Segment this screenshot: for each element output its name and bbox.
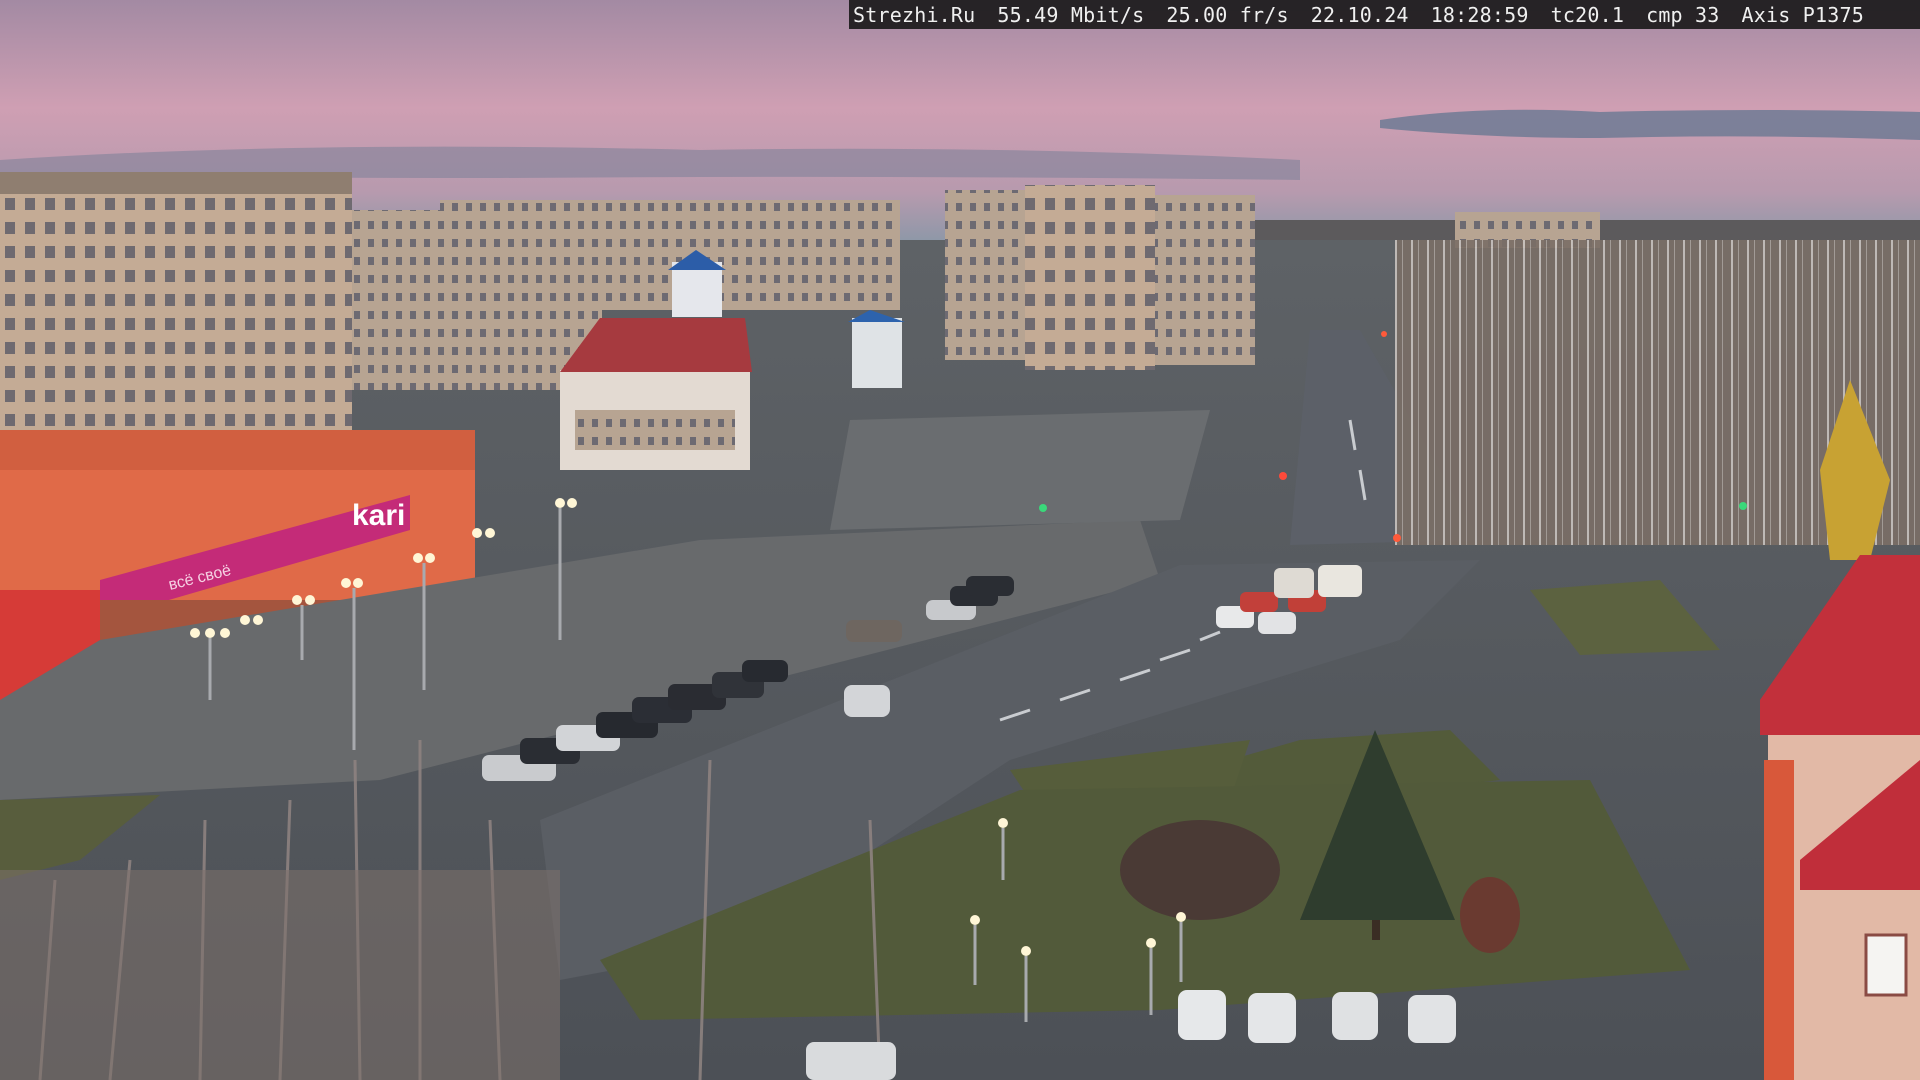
far-apartment-tower <box>945 190 1025 360</box>
parked-car <box>742 660 788 682</box>
right-building-window <box>1864 933 1908 997</box>
parked-car <box>806 1042 896 1080</box>
car <box>844 685 890 717</box>
osd-date: 22.10.24 <box>1310 2 1409 27</box>
blue-roof-pavilion <box>852 318 902 388</box>
osd-camera-model: Axis P1375 <box>1741 2 1864 27</box>
parked-car <box>1178 990 1226 1040</box>
car <box>1258 612 1296 634</box>
osd-site: Strezhi.Ru <box>853 2 976 27</box>
osd-bitrate: 55.49 Mbit/s <box>997 2 1145 27</box>
osd-framerate: 25.00 fr/s <box>1166 2 1289 27</box>
bare-tree-canopy <box>0 870 560 1080</box>
blue-roof-tower <box>672 262 722 317</box>
car <box>1240 592 1278 612</box>
osd-cmp: cmp 33 <box>1646 2 1720 27</box>
parked-car <box>1332 992 1378 1040</box>
left-apartment-roof <box>0 172 352 194</box>
far-apartment-tower <box>1025 185 1155 370</box>
parked-car <box>846 620 902 642</box>
far-apartment-tower <box>1155 195 1255 365</box>
store-upper-band <box>0 430 475 470</box>
webcam-scene: kari всё своё <box>0 0 1920 1080</box>
parked-car <box>966 576 1014 596</box>
osd-tc: tc20.1 <box>1550 2 1625 27</box>
tree-trunk <box>1372 920 1380 940</box>
right-building-orange-sign <box>1764 760 1794 1080</box>
osd-time: 18:28:59 <box>1430 2 1529 27</box>
bus <box>1318 565 1362 597</box>
shrub <box>1460 877 1520 953</box>
shrub <box>1120 820 1280 920</box>
red-roof-building-windows <box>575 410 735 450</box>
parked-car <box>1408 995 1456 1043</box>
parked-car <box>1248 993 1296 1043</box>
camera-osd-bar: Strezhi.Ru 55.49 Mbit/s 25.00 fr/s 22.10… <box>849 0 1920 29</box>
upper-plaza <box>830 410 1210 530</box>
store-sign: kari <box>352 499 405 532</box>
bus <box>1274 568 1314 598</box>
